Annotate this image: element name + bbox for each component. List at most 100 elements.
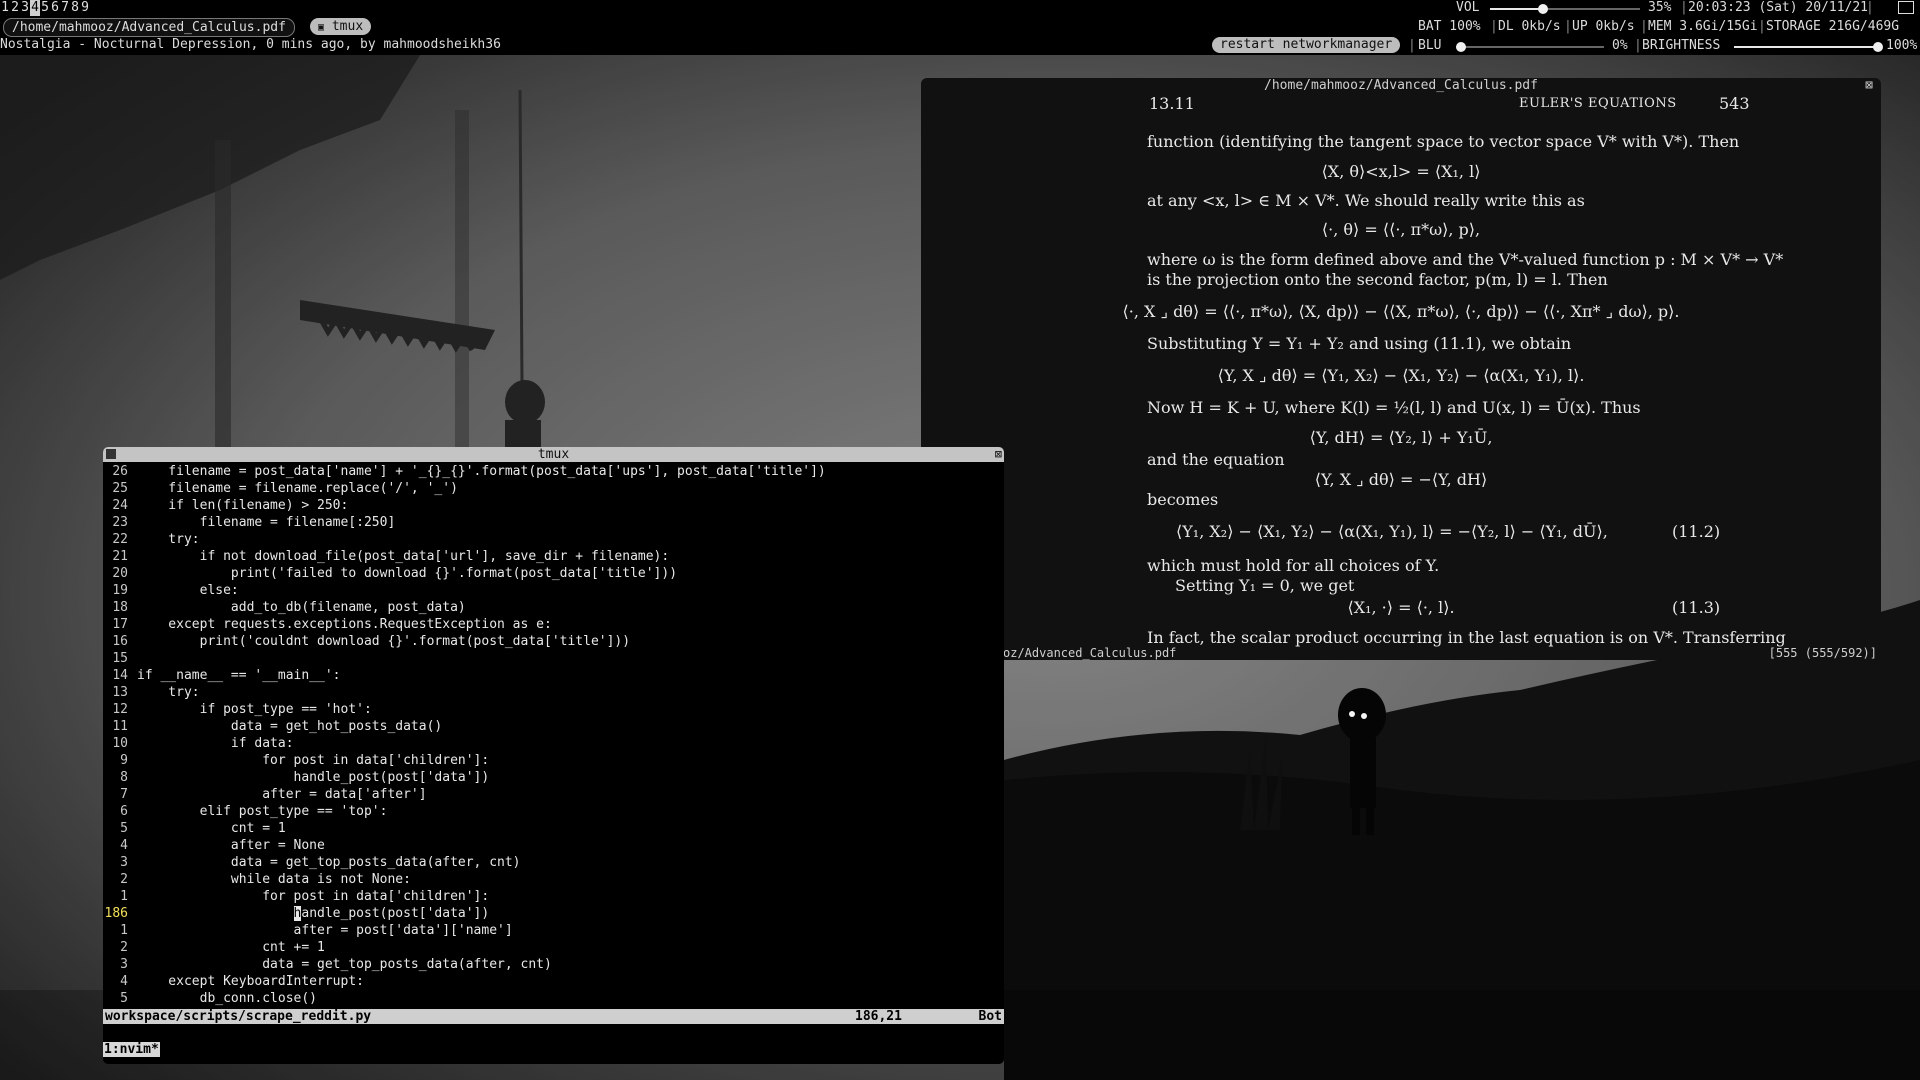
window-tab-pdf[interactable]: /home/mahmooz/Advanced_Calculus.pdf xyxy=(3,18,295,37)
text-line: and the equation xyxy=(1147,450,1285,469)
close-icon[interactable]: ⊠ xyxy=(995,448,1002,461)
text-line: function (identifying the tangent space … xyxy=(1147,132,1740,151)
line-number: 21 xyxy=(112,549,128,564)
bluelight-slider[interactable] xyxy=(1456,42,1604,52)
terminal-icon: ▣ xyxy=(318,22,325,33)
statusline-scroll: Bot xyxy=(978,1009,1002,1024)
code-line[interactable]: 12 if post_type == 'hot': xyxy=(103,701,1004,718)
code-line[interactable]: 15 xyxy=(103,650,1004,667)
code-line[interactable]: 3 data = get_top_posts_data(after, cnt) xyxy=(103,854,1004,871)
pdf-viewer-window[interactable]: /home/mahmooz/Advanced_Calculus.pdf ⊠ 13… xyxy=(921,78,1881,660)
workspace-8[interactable]: 8 xyxy=(70,0,80,16)
download-rate: DL 0kb/s xyxy=(1498,19,1561,34)
editor-buffer[interactable]: 26 filename = post_data['name'] + '_{}_{… xyxy=(103,463,1004,1007)
code-text: filename = post_data['name'] + '_{}_{}'.… xyxy=(137,464,826,479)
code-line[interactable]: 4 except KeyboardInterrupt: xyxy=(103,973,1004,990)
workspace-4[interactable]: 4 xyxy=(30,0,40,16)
code-line[interactable]: 4 after = None xyxy=(103,837,1004,854)
code-line[interactable]: 23 filename = filename[:250] xyxy=(103,514,1004,531)
equation: ⟨Y, X ⌟ dθ⟩ = ⟨Y₁, X₂⟩ − ⟨X₁, Y₂⟩ − ⟨α(X… xyxy=(1217,366,1585,385)
upload-rate: UP 0kb/s xyxy=(1572,19,1635,34)
bluelight-value: 0% xyxy=(1612,38,1628,53)
code-line[interactable]: 21 if not download_file(post_data['url']… xyxy=(103,548,1004,565)
code-line[interactable]: 11 data = get_hot_posts_data() xyxy=(103,718,1004,735)
code-text: cnt = 1 xyxy=(137,821,286,836)
code-line[interactable]: 24 if len(filename) > 250: xyxy=(103,497,1004,514)
terminal-window[interactable]: tmux ⊠ 26 filename = post_data['name'] +… xyxy=(103,447,1004,1064)
window-tab-label: /home/mahmooz/Advanced_Calculus.pdf xyxy=(12,20,286,35)
code-line[interactable]: 1 after = post['data']['name'] xyxy=(103,922,1004,939)
window-tab-tmux[interactable]: ▣ tmux xyxy=(310,18,372,35)
code-line[interactable]: 3 data = get_top_posts_data(after, cnt) xyxy=(103,956,1004,973)
code-text: filename = filename[:250] xyxy=(137,515,396,530)
code-line[interactable]: 18 add_to_db(filename, post_data) xyxy=(103,599,1004,616)
line-number: 1 xyxy=(120,923,128,938)
line-number: 4 xyxy=(120,838,128,853)
code-text: data = get_top_posts_data(after, cnt) xyxy=(137,855,521,870)
code-line[interactable]: 25 filename = filename.replace('/', '_') xyxy=(103,480,1004,497)
code-line[interactable]: 16 print('couldnt download {}'.format(po… xyxy=(103,633,1004,650)
code-text: try: xyxy=(137,532,200,547)
code-text: add_to_db(filename, post_data) xyxy=(137,600,466,615)
equation: ⟨Y₁, X₂⟩ − ⟨X₁, Y₂⟩ − ⟨α(X₁, Y₁), l⟩ = −… xyxy=(1176,522,1608,541)
window-titlebar[interactable]: tmux ⊠ xyxy=(103,447,1004,462)
code-text: for post in data['children']: xyxy=(137,753,490,768)
code-line[interactable]: 8 handle_post(post['data']) xyxy=(103,769,1004,786)
workspace-3[interactable]: 3 xyxy=(20,0,30,16)
text-line: Substituting Y = Y₁ + Y₂ and using (11.1… xyxy=(1147,334,1572,353)
code-line[interactable]: 5 cnt = 1 xyxy=(103,820,1004,837)
code-line[interactable]: 17 except requests.exceptions.RequestExc… xyxy=(103,616,1004,633)
tmux-window-tab[interactable]: 1:nvim* xyxy=(103,1042,160,1057)
code-text: print('couldnt download {}'.format(post_… xyxy=(137,634,631,649)
code-line[interactable]: 26 filename = post_data['name'] + '_{}_{… xyxy=(103,463,1004,480)
page-number: 543 xyxy=(1719,94,1750,113)
brightness-slider-knob[interactable] xyxy=(1873,42,1883,52)
separator: | xyxy=(1680,0,1688,15)
brightness-label: BRIGHTNESS xyxy=(1642,38,1721,53)
battery-status: BAT 100% xyxy=(1418,19,1481,34)
equation: ⟨·, X ⌟ dθ⟩ = ⟨⟨·, π*ω⟩, ⟨X, dp⟩⟩ − ⟨⟨X,… xyxy=(1122,302,1680,321)
code-line[interactable]: 22 try: xyxy=(103,531,1004,548)
code-line[interactable]: 7 after = data['after'] xyxy=(103,786,1004,803)
restart-networkmanager-button[interactable]: restart networkmanager xyxy=(1212,37,1401,53)
bluelight-slider-knob[interactable] xyxy=(1456,42,1466,52)
code-line[interactable]: 20 print('failed to download {}'.format(… xyxy=(103,565,1004,582)
bluelight-label: BLU xyxy=(1418,38,1442,53)
code-text: data = get_hot_posts_data() xyxy=(137,719,443,734)
code-line[interactable]: 6 elif post_type == 'top': xyxy=(103,803,1004,820)
workspace-2[interactable]: 2 xyxy=(10,0,20,16)
brightness-slider[interactable] xyxy=(1734,42,1883,52)
code-line[interactable]: 186 handle_post(post['data']) xyxy=(103,905,1004,922)
code-line[interactable]: 9 for post in data['children']: xyxy=(103,752,1004,769)
code-line[interactable]: 1 for post in data['children']: xyxy=(103,888,1004,905)
window-titlebar[interactable]: /home/mahmooz/Advanced_Calculus.pdf xyxy=(921,78,1881,94)
line-number: 15 xyxy=(112,651,128,666)
code-line[interactable]: 2 while data is not None: xyxy=(103,871,1004,888)
volume-slider[interactable] xyxy=(1490,4,1640,14)
workspace-switcher[interactable]: 123456789 xyxy=(0,0,90,16)
pdf-page[interactable]: 13.11 EULER'S EQUATIONS 543 function (id… xyxy=(921,94,1881,647)
workspace-9[interactable]: 9 xyxy=(80,0,90,16)
line-number: 26 xyxy=(112,464,128,479)
memory-usage: MEM 3.6Gi/15Gi xyxy=(1648,19,1758,34)
workspace-5[interactable]: 5 xyxy=(40,0,50,16)
code-text: handle_post(post['data']) xyxy=(293,906,490,921)
code-line[interactable]: 5 db_conn.close() xyxy=(103,990,1004,1007)
code-line[interactable]: 10 if data: xyxy=(103,735,1004,752)
separator: | xyxy=(1490,19,1498,34)
monitor-icon[interactable] xyxy=(1898,1,1914,14)
volume-slider-knob[interactable] xyxy=(1537,4,1548,14)
code-line[interactable]: 13 try: xyxy=(103,684,1004,701)
equation-number: (11.3) xyxy=(1672,598,1721,617)
code-line[interactable]: 2 cnt += 1 xyxy=(103,939,1004,956)
datetime: 20:03:23 (Sat) 20/11/21 xyxy=(1688,0,1869,15)
code-text: if data: xyxy=(137,736,294,751)
code-text: handle_post(post['data']) xyxy=(137,770,490,785)
workspace-6[interactable]: 6 xyxy=(50,0,60,16)
close-icon[interactable]: ⊠ xyxy=(1865,78,1873,94)
code-line[interactable]: 19 else: xyxy=(103,582,1004,599)
workspace-1[interactable]: 1 xyxy=(0,0,10,16)
workspace-7[interactable]: 7 xyxy=(60,0,70,16)
code-line[interactable]: 14 if __name__ == '__main__': xyxy=(103,667,1004,684)
volume-label: VOL xyxy=(1456,0,1480,15)
